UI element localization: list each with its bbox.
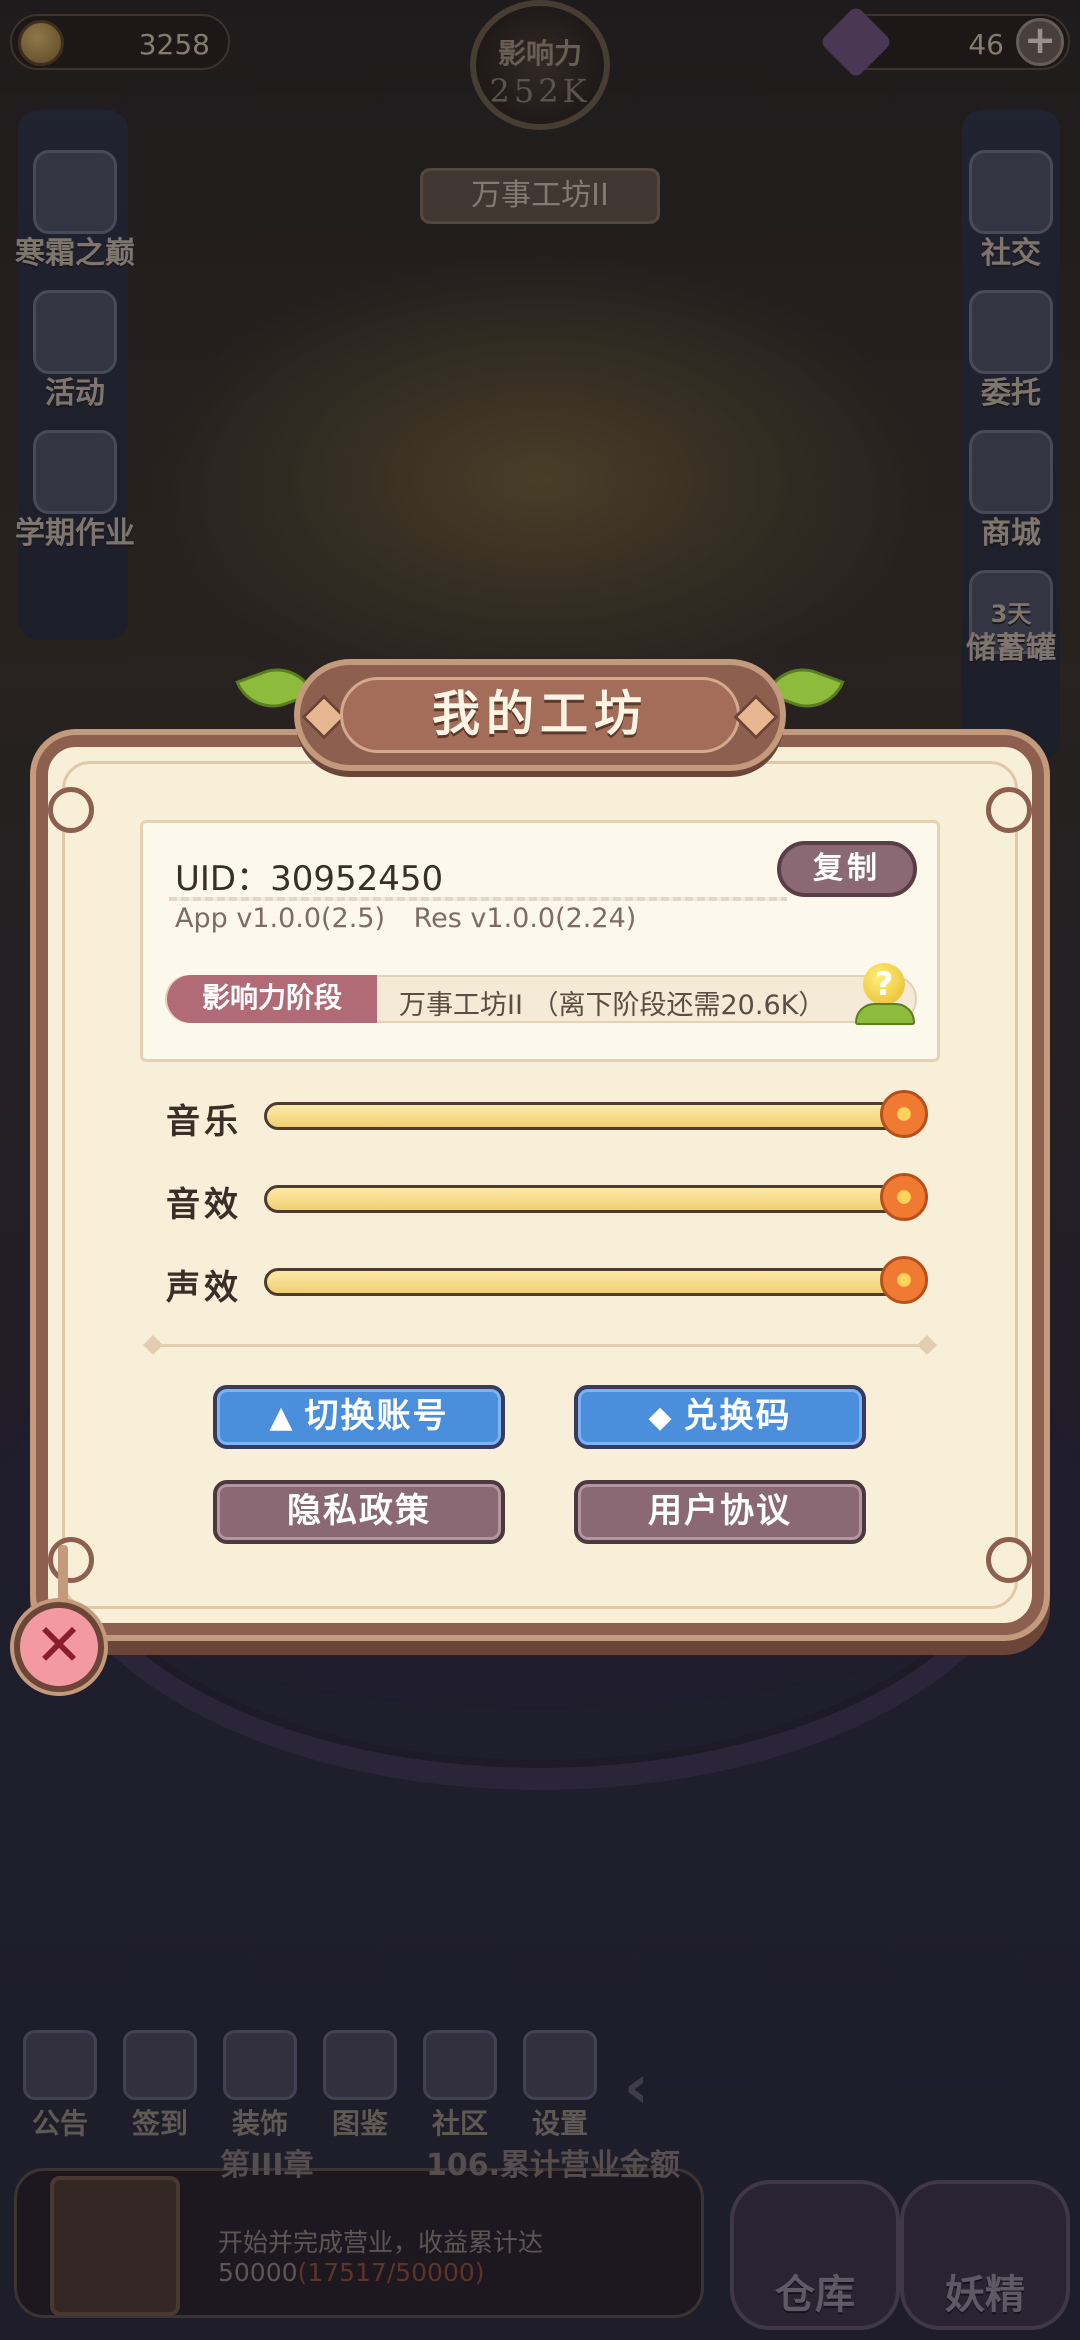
close-button-rope	[58, 1545, 68, 1605]
ticket-icon: ◆	[648, 1400, 674, 1435]
music-volume-row: 音乐	[166, 1086, 946, 1146]
sound-effect-slider-knob[interactable]	[880, 1173, 928, 1221]
question-mark-icon: ?	[863, 963, 905, 1005]
music-slider-knob[interactable]	[880, 1090, 928, 1138]
music-slider-track[interactable]	[264, 1102, 904, 1130]
voice-slider-track[interactable]	[264, 1268, 904, 1296]
sound-effect-slider-track[interactable]	[264, 1185, 904, 1213]
voice-slider-fill	[267, 1271, 901, 1293]
privacy-policy-button[interactable]: 隐私政策	[213, 1480, 505, 1544]
title-gem-ornament	[733, 694, 779, 740]
sound-effect-label: 音效	[166, 1185, 242, 1225]
redeem-code-label: 兑换码	[683, 1396, 792, 1436]
close-dialog-button[interactable]: ✕	[14, 1602, 104, 1692]
influence-stage-row: 影响力阶段 万事工坊II （离下阶段还需20.6K） ?	[165, 963, 917, 1025]
influence-stage-tag: 影响力阶段	[167, 975, 377, 1023]
corner-ornament	[986, 1537, 1032, 1583]
account-info-card: UID：30952450 复制 App v1.0.0(2.5) Res v1.0…	[140, 820, 940, 1062]
redeem-code-button[interactable]: ◆ 兑换码	[574, 1385, 866, 1449]
corner-ornament	[48, 787, 94, 833]
uid-underline	[169, 897, 787, 901]
dialog-title: 我的工坊	[340, 677, 740, 753]
version-info: App v1.0.0(2.5) Res v1.0.0(2.24)	[175, 903, 656, 934]
switch-account-label: 切换账号	[304, 1396, 449, 1436]
corner-ornament	[48, 1537, 94, 1583]
voice-label: 声效	[166, 1268, 242, 1308]
voice-slider-knob[interactable]	[880, 1256, 928, 1304]
music-label: 音乐	[166, 1102, 242, 1142]
help-hint-icon[interactable]: ?	[855, 963, 915, 1027]
sound-effect-slider-fill	[267, 1188, 901, 1210]
app-version: App v1.0.0(2.5)	[175, 903, 386, 934]
voice-volume-row: 声效	[166, 1252, 946, 1312]
res-version: Res v1.0.0(2.24)	[413, 903, 637, 934]
section-divider	[150, 1344, 930, 1347]
dialog-title-plate: 我的工坊	[300, 665, 780, 765]
influence-stage-text: 万事工坊II （离下阶段还需20.6K）	[399, 990, 826, 1021]
music-slider-fill	[267, 1105, 901, 1127]
sound-effect-volume-row: 音效	[166, 1169, 946, 1229]
uid-text: UID：30952450	[175, 859, 444, 899]
wizard-hat-icon: ▲	[269, 1400, 295, 1435]
user-agreement-button[interactable]: 用户协议	[574, 1480, 866, 1544]
switch-account-button[interactable]: ▲ 切换账号	[213, 1385, 505, 1449]
sprout-icon	[855, 1003, 915, 1025]
copy-uid-button[interactable]: 复制	[777, 841, 917, 897]
corner-ornament	[986, 787, 1032, 833]
